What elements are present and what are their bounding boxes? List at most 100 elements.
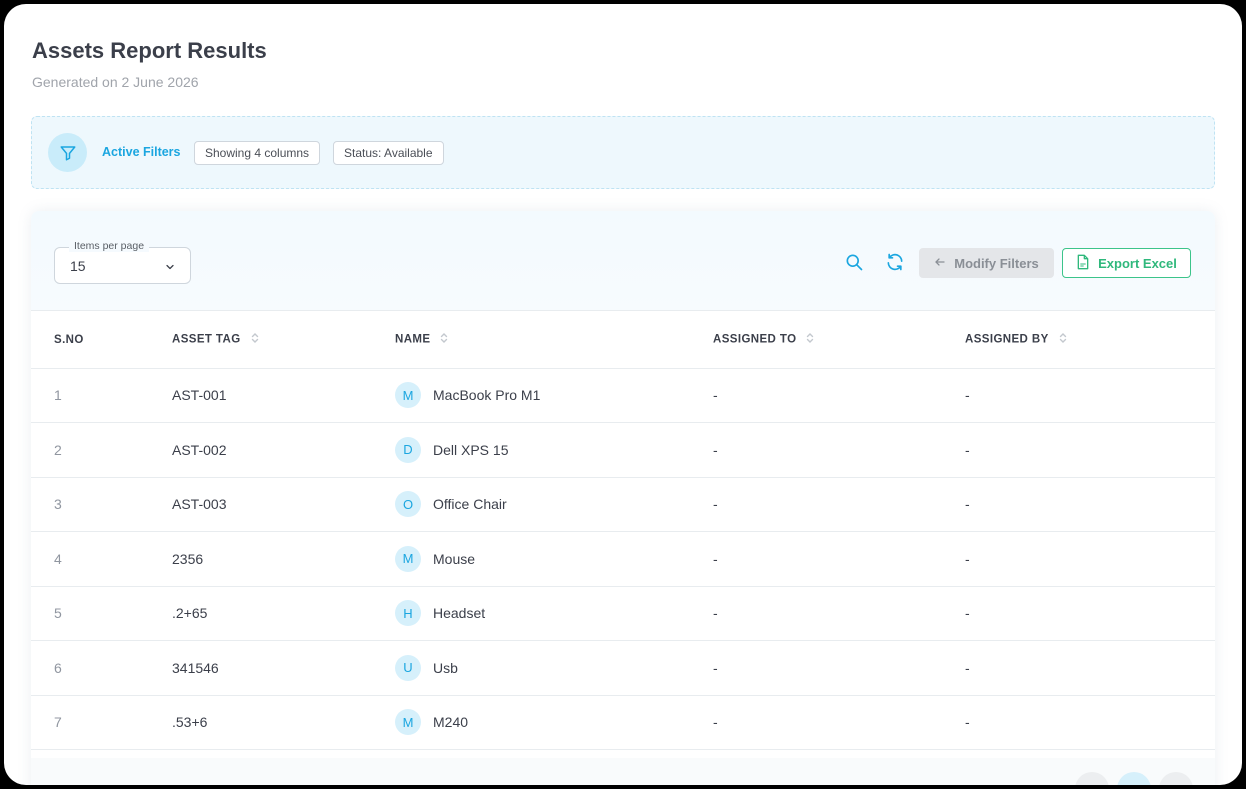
cell-assigned-to: -: [713, 586, 965, 641]
column-header-asset-tag[interactable]: ASSET TAG: [172, 312, 395, 369]
cell-assigned-to: -: [713, 695, 965, 750]
cell-name: M MacBook Pro M1: [395, 368, 713, 423]
export-excel-label: Export Excel: [1098, 255, 1177, 271]
cell-assigned-by: -: [965, 422, 1215, 478]
cell-assigned-to: -: [713, 640, 965, 696]
cell-asset-tag: 2356: [172, 531, 395, 587]
csv-file-icon: [1076, 254, 1090, 273]
cell-assigned-to: -: [713, 531, 965, 587]
refresh-button[interactable]: [880, 249, 910, 279]
cell-assigned-by: -: [965, 477, 1215, 532]
modify-filters-button[interactable]: Modify Filters: [919, 248, 1054, 278]
avatar: M: [395, 545, 421, 572]
table-header-row: S.NO ASSET TAG NAME ASSIGNED TO ASSIGNED…: [31, 312, 1215, 369]
cell-asset-tag: .2+65: [172, 586, 395, 641]
refresh-icon: [885, 252, 905, 277]
avatar: H: [395, 600, 421, 627]
avatar: M: [395, 382, 421, 409]
cell-sno: 3: [31, 477, 172, 532]
assets-table: S.NO ASSET TAG NAME ASSIGNED TO ASSIGNED…: [31, 312, 1215, 750]
cell-sno: 1: [31, 368, 172, 423]
avatar: O: [395, 491, 421, 518]
cell-name: M Mouse: [395, 531, 713, 587]
items-per-page-select[interactable]: Items per page 15: [54, 240, 191, 284]
cell-sno: 7: [31, 695, 172, 750]
sort-icon[interactable]: [1059, 332, 1067, 347]
cell-assigned-to: -: [713, 368, 965, 423]
cell-asset-tag: 341546: [172, 640, 395, 696]
cell-name: H Headset: [395, 586, 713, 641]
column-header-assigned-to[interactable]: ASSIGNED TO: [713, 312, 965, 369]
column-header-assigned-by[interactable]: ASSIGNED BY: [965, 312, 1215, 369]
cell-assigned-by: -: [965, 586, 1215, 641]
column-header-name[interactable]: NAME: [395, 312, 713, 369]
asset-name: M240: [433, 714, 469, 731]
results-card: Items per page 15 Modify Filters Export …: [31, 211, 1215, 785]
cell-assigned-to: -: [713, 422, 965, 478]
asset-name: Headset: [433, 605, 486, 622]
table-row[interactable]: 2 AST-002 D Dell XPS 15 - -: [31, 422, 1215, 478]
modify-filters-label: Modify Filters: [954, 255, 1039, 271]
cell-name: D Dell XPS 15: [395, 422, 713, 478]
filter-icon: [48, 133, 87, 172]
sort-icon[interactable]: [251, 332, 259, 347]
asset-name: Usb: [433, 659, 458, 676]
cell-assigned-by: -: [965, 368, 1215, 423]
pagination-page-button[interactable]: [1117, 772, 1151, 785]
table-row[interactable]: 7 .53+6 M M240 - -: [31, 695, 1215, 750]
cell-assigned-by: -: [965, 640, 1215, 696]
table-row[interactable]: 4 2356 M Mouse - -: [31, 531, 1215, 587]
avatar: D: [395, 436, 421, 463]
asset-name: MacBook Pro M1: [433, 387, 541, 404]
app-window: Assets Report Results Generated on 2 Jun…: [4, 4, 1242, 785]
cell-assigned-by: -: [965, 531, 1215, 587]
pagination-prev-button[interactable]: [1075, 772, 1109, 785]
cell-asset-tag: AST-002: [172, 422, 395, 478]
table-row[interactable]: 6 341546 U Usb - -: [31, 640, 1215, 696]
cell-asset-tag: AST-003: [172, 477, 395, 532]
items-per-page-value: 15: [70, 258, 86, 274]
asset-name: Office Chair: [433, 496, 507, 513]
results-toolbar: Items per page 15 Modify Filters Export …: [31, 211, 1215, 311]
column-header-label: ASSET TAG: [172, 333, 241, 346]
column-header-label: S.NO: [54, 333, 84, 346]
sort-icon[interactable]: [806, 332, 814, 347]
table-row[interactable]: 5 .2+65 H Headset - -: [31, 586, 1215, 641]
column-header-label: NAME: [395, 333, 431, 346]
asset-name: Dell XPS 15: [433, 441, 509, 458]
cell-sno: 4: [31, 531, 172, 587]
asset-name: Mouse: [433, 550, 476, 567]
filter-chip-status: Status: Available: [333, 141, 444, 165]
cell-sno: 5: [31, 586, 172, 641]
filter-chip-columns: Showing 4 columns: [194, 141, 321, 165]
table-row[interactable]: 3 AST-003 O Office Chair - -: [31, 477, 1215, 532]
cell-name: O Office Chair: [395, 477, 713, 532]
page-subtitle: Generated on 2 June 2026: [32, 74, 199, 90]
cell-sno: 6: [31, 640, 172, 696]
column-header-label: ASSIGNED BY: [965, 333, 1049, 346]
avatar: M: [395, 709, 421, 736]
active-filters-bar: Active Filters Showing 4 columns Status:…: [31, 116, 1215, 189]
cell-assigned-to: -: [713, 477, 965, 532]
cell-name: U Usb: [395, 640, 713, 696]
pagination-next-button[interactable]: [1159, 772, 1193, 785]
sort-icon[interactable]: [440, 332, 448, 347]
search-button[interactable]: [839, 249, 869, 279]
active-filters-label: Active Filters: [102, 145, 181, 159]
avatar: U: [395, 654, 421, 681]
chevron-down-icon: [164, 260, 176, 278]
export-excel-button[interactable]: Export Excel: [1062, 248, 1191, 278]
cell-assigned-by: -: [965, 695, 1215, 750]
table-row[interactable]: 1 AST-001 M MacBook Pro M1 - -: [31, 368, 1215, 423]
cell-sno: 2: [31, 422, 172, 478]
column-header-label: ASSIGNED TO: [713, 333, 797, 346]
cell-asset-tag: AST-001: [172, 368, 395, 423]
items-per-page-label: Items per page: [69, 240, 150, 252]
cell-name: M M240: [395, 695, 713, 750]
cell-asset-tag: .53+6: [172, 695, 395, 750]
arrow-left-icon: [934, 256, 946, 271]
page-title: Assets Report Results: [32, 38, 267, 63]
pagination-footer: [31, 758, 1215, 785]
column-header-sno[interactable]: S.NO: [31, 312, 172, 369]
search-icon: [844, 252, 864, 277]
